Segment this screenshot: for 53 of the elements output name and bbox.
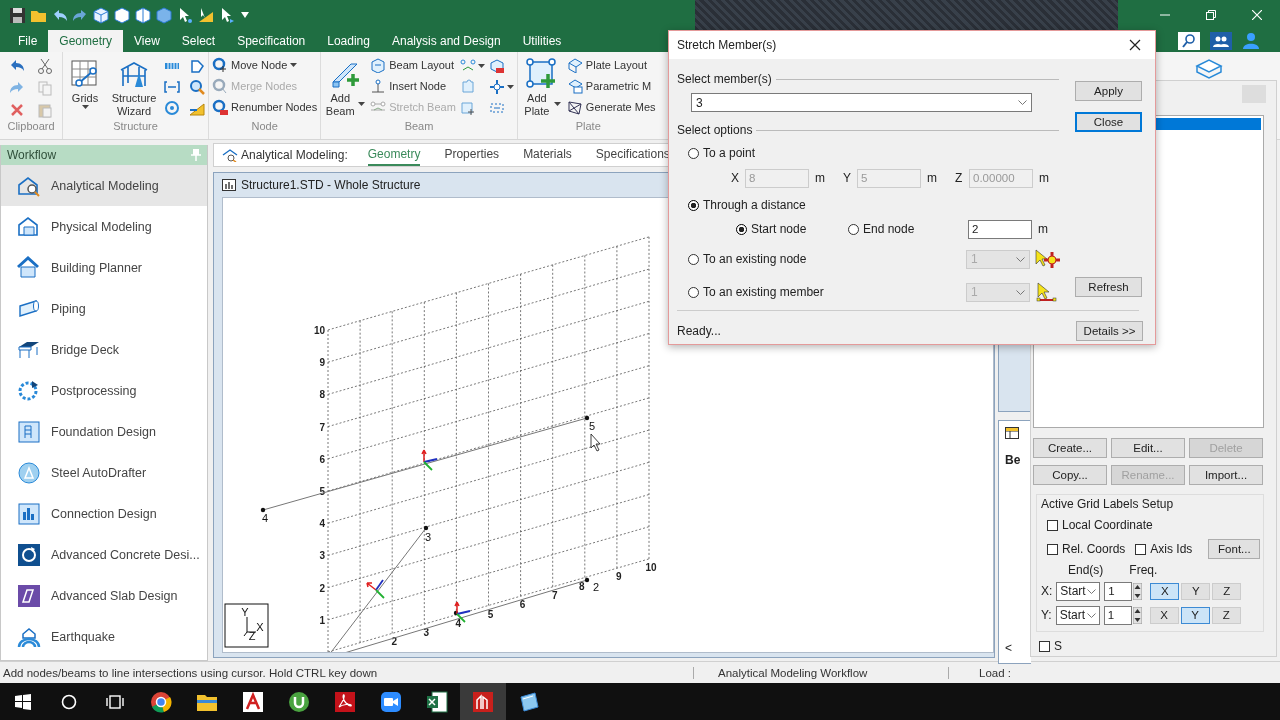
grid-label: 7 bbox=[319, 421, 325, 433]
grid-label: 4 bbox=[319, 518, 325, 530]
group-title: Select member(s) bbox=[677, 72, 772, 86]
status-load: Load : bbox=[978, 666, 1011, 679]
grid-label: 7 bbox=[551, 589, 558, 601]
group-title: Select options bbox=[677, 123, 753, 137]
axis-label: Y bbox=[241, 606, 249, 618]
unit-label: m bbox=[1038, 222, 1048, 236]
grid-label: 4 bbox=[455, 617, 462, 629]
grid-label: 3 bbox=[319, 550, 325, 562]
group-label: Clipboard bbox=[6, 120, 56, 134]
grid-label: 1 bbox=[319, 614, 325, 626]
unit-label: m bbox=[1039, 171, 1049, 185]
window-title: Structure1.STD - Whole Structure bbox=[241, 178, 421, 192]
column-header: Freq. bbox=[1129, 563, 1158, 578]
dialog-title: Stretch Member(s) bbox=[677, 38, 777, 52]
panel-title: Workflow bbox=[7, 148, 57, 162]
grid-label: 2 bbox=[319, 582, 325, 594]
group-label: Node bbox=[250, 120, 279, 134]
grid-label: 3 bbox=[423, 627, 430, 639]
unit-label: m bbox=[815, 171, 825, 185]
grid-label: 9 bbox=[319, 357, 325, 369]
status-message: Add nodes/beams to line intersections using cursor. Hold CTRL key down bbox=[0, 666, 694, 679]
node-label: 5 bbox=[588, 420, 596, 432]
group-label: Structure bbox=[112, 120, 159, 134]
column-header: Be bbox=[1005, 453, 1022, 467]
grid-label: 5 bbox=[319, 486, 325, 497]
grid-label: 5 bbox=[487, 608, 494, 620]
row-label: Y: bbox=[1041, 608, 1052, 623]
section-title: Analytical Modeling: bbox=[241, 148, 348, 162]
row-label: X: bbox=[1041, 584, 1053, 599]
unit-label: m bbox=[927, 171, 937, 185]
status-workflow: Analytical Modeling Workflow bbox=[694, 666, 949, 679]
node-label: 3 bbox=[424, 531, 432, 543]
status-text: Ready... bbox=[677, 324, 721, 338]
grid-label: 8 bbox=[319, 389, 325, 401]
node-label: 4 bbox=[261, 512, 269, 524]
axis-label: Z bbox=[248, 630, 256, 642]
axis-label: X bbox=[731, 171, 740, 185]
grid-label: 10 bbox=[313, 325, 325, 336]
group-label: Plate bbox=[574, 120, 602, 134]
axis-label: Y bbox=[843, 171, 852, 185]
grid-label: 6 bbox=[319, 453, 325, 465]
axis-label: Z bbox=[955, 171, 964, 185]
group-label: Beam bbox=[403, 120, 435, 134]
node-label: 2 bbox=[592, 581, 600, 593]
grid-label: 8 bbox=[579, 580, 585, 592]
grid-label: 9 bbox=[616, 571, 622, 583]
grid-label: 6 bbox=[519, 599, 526, 611]
column-header: End(s) bbox=[1068, 563, 1104, 578]
grid-label: 10 bbox=[645, 561, 657, 573]
axis-label: X bbox=[256, 621, 264, 633]
group-title: Active Grid Labels Setup bbox=[1041, 497, 1175, 512]
